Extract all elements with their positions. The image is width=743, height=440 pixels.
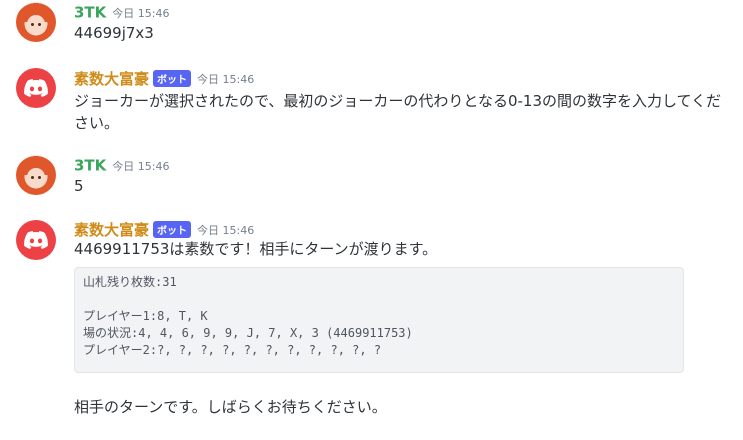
timestamp: 今日 15:46 [112,6,170,20]
user-avatar[interactable] [16,2,56,42]
author-name[interactable]: 3TK [74,157,106,175]
bot-badge: ボット [153,70,192,87]
discord-logo-icon [24,79,48,97]
timestamp: 今日 15:46 [112,159,170,173]
message-header: 素数大富豪 ボット 今日 15:46 [74,68,254,88]
bot-avatar[interactable] [16,68,56,108]
code-block: 山札残り枚数:31 ​プレイヤー1:8, T, K 場の状況:4, 4, 6, 9,… [74,267,684,373]
message-text: 4469911753は素数です！相手にターンが渡ります。 [74,240,438,258]
code-line: プレイヤー2:?, ?, ?, ?, ?, ?, ?, ?, ?, ?, ? [83,343,382,357]
message-text: 44699j7x3 [74,24,154,42]
bot-badge: ボット [153,221,192,238]
author-name[interactable]: 素数大富豪 [74,70,149,88]
code-line: 場の状況:4, 4, 6, 9, 9, J, 7, X, 3 (44699117… [83,326,413,340]
code-line: 山札残り枚数:31 [83,275,177,289]
author-name[interactable]: 3TK [74,4,106,22]
message-text: ジョーカーが選択されたので、最初のジョーカーの代わりとなる0-13の間の数字を入… [74,92,722,132]
author-name[interactable]: 素数大富豪 [74,221,149,239]
user-avatar[interactable] [16,155,56,195]
message-header: 素数大富豪 ボット 今日 15:46 [74,219,254,239]
message-text: 5 [74,177,84,195]
bot-avatar[interactable] [16,220,56,260]
timestamp: 今日 15:46 [197,223,255,237]
code-line: プレイヤー1:8, T, K [83,309,208,323]
code-line: ​ [83,291,675,308]
message-followup-text: 相手のターンです。しばらくお待ちください。 [74,398,387,416]
timestamp: 今日 15:46 [197,72,255,86]
message-header: 3TK 今日 15:46 [74,2,170,22]
discord-logo-icon [24,231,48,249]
message-header: 3TK 今日 15:46 [74,155,170,175]
